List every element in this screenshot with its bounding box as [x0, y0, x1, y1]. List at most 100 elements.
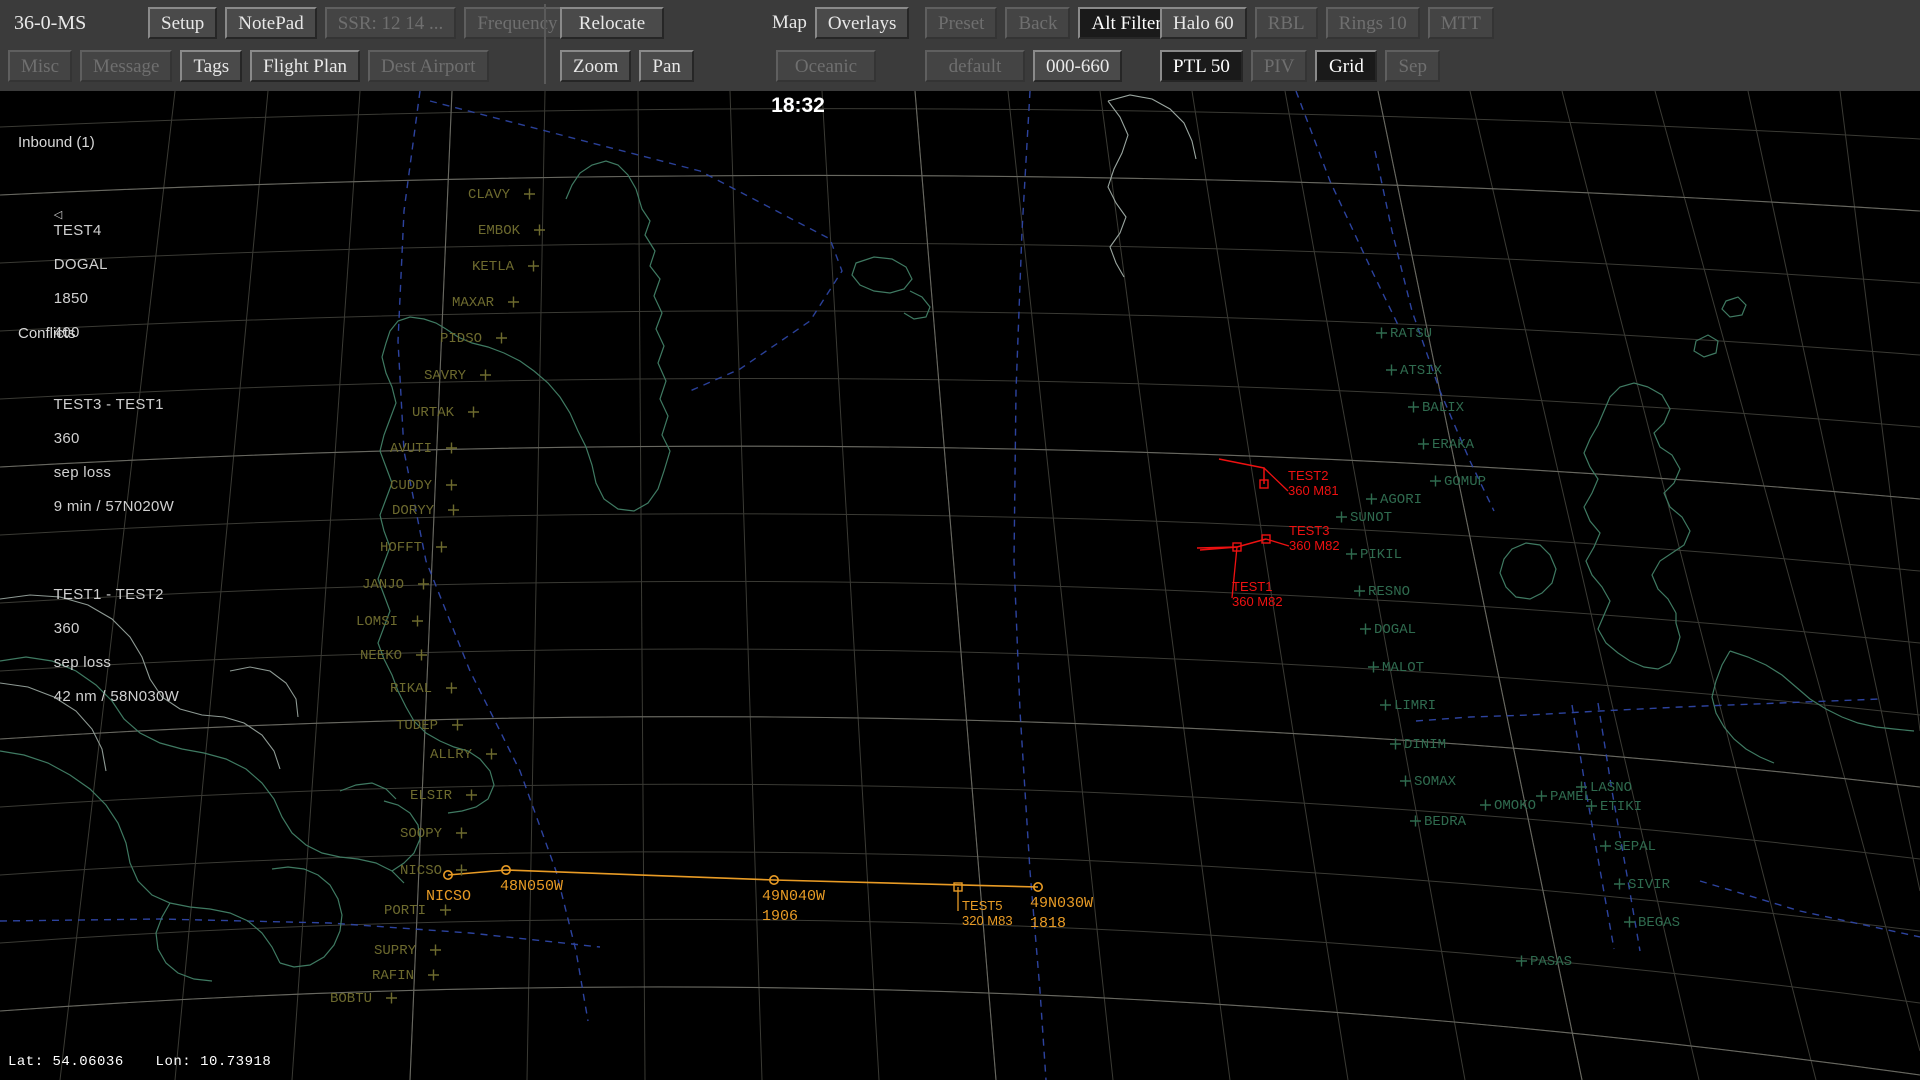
notepad-button[interactable]: NotePad	[225, 7, 317, 39]
waypoint-cross-icon	[452, 719, 463, 731]
aircraft-target[interactable]: TEST5320 M83	[953, 882, 1013, 928]
route-waypoint[interactable]: 49N030W 1818	[1030, 881, 1093, 932]
preset-button[interactable]: Preset	[925, 7, 998, 39]
waypoint-cross-icon	[440, 904, 451, 916]
oceanic-button[interactable]: Oceanic	[776, 50, 876, 82]
waypoint-label: SUNOT	[1350, 510, 1392, 526]
waypoint-label: MALOT	[1382, 660, 1424, 676]
waypoint-cross-icon	[1430, 475, 1441, 487]
waypoint-cross-icon	[1480, 799, 1491, 811]
halo-button[interactable]: Halo 60	[1160, 7, 1247, 39]
waypoint-marker: RESNO	[1354, 584, 1410, 600]
waypoint-marker: PORTI	[384, 903, 451, 919]
waypoint-cross-icon	[1386, 364, 1397, 376]
waypoint-marker: ATSIX	[1386, 363, 1443, 379]
conflict-pair: TEST3 - TEST1	[53, 396, 164, 413]
conflicts-panel: Conflicts TEST3 - TEST1 360 sep loss 9 m…	[18, 291, 179, 756]
pan-button[interactable]: Pan	[639, 50, 694, 82]
lon-value: 10.73918	[200, 1054, 272, 1070]
coastline-british-isles	[1499, 296, 1915, 764]
misc-button[interactable]: Misc	[8, 50, 72, 82]
waypoint-marker: RAFIN	[372, 968, 439, 984]
dest-airport-button[interactable]: Dest Airport	[368, 50, 489, 82]
waypoint-label: PASAS	[1530, 954, 1572, 970]
waypoint-marker: BALIX	[1408, 400, 1465, 416]
waypoint-label: RESNO	[1368, 584, 1410, 600]
zoom-button[interactable]: Zoom	[560, 50, 632, 82]
route-waypoint-label: 48N050W	[500, 878, 563, 895]
waypoint-layer-east: RATSU ATSIX BALIX ERAKA GOMUP AGORI SUNOT PIKIL…	[1336, 326, 1680, 970]
lat-value: 54.06036	[52, 1054, 124, 1070]
frequency-button[interactable]: Frequency	[464, 7, 571, 39]
waypoint-cross-icon	[466, 789, 477, 801]
aircraft-callsign-label: TEST3	[1289, 523, 1329, 538]
aircraft-callsign-label: TEST2	[1288, 468, 1328, 483]
rings-button[interactable]: Rings 10	[1325, 7, 1420, 39]
flight-plan-button[interactable]: Flight Plan	[250, 50, 361, 82]
waypoint-label: GOMUP	[1444, 474, 1486, 490]
utc-clock: 18:32	[0, 91, 1920, 117]
waypoint-label: SOOPY	[400, 826, 443, 842]
waypoint-marker: GOMUP	[1430, 474, 1486, 490]
waypoint-label: OMOKO	[1494, 798, 1536, 814]
alt-range-button[interactable]: 000-660	[1033, 50, 1123, 82]
tags-button[interactable]: Tags	[180, 50, 243, 82]
waypoint-cross-icon	[456, 827, 467, 839]
conflict-row[interactable]: TEST3 - TEST1 360 sep loss 9 min / 57N02…	[18, 379, 179, 532]
piv-button[interactable]: PIV	[1250, 50, 1308, 82]
waypoint-marker: EMBOK	[478, 223, 545, 239]
rbl-button[interactable]: RBL	[1254, 7, 1318, 39]
waypoint-marker: ETIKI	[1586, 799, 1642, 815]
ssr-button[interactable]: SSR: 12 14 ...	[324, 7, 457, 39]
aircraft-target[interactable]: TEST3360 M82	[1199, 523, 1340, 553]
waypoint-label: LOMSI	[356, 614, 398, 630]
waypoint-label: BALIX	[1422, 400, 1465, 416]
grid-button[interactable]: Grid	[1315, 50, 1378, 82]
setup-button[interactable]: Setup	[148, 7, 218, 39]
conflict-pair: TEST1 - TEST2	[53, 586, 164, 603]
waypoint-cross-icon	[412, 615, 423, 627]
aircraft-track-history	[1196, 546, 1238, 549]
waypoint-marker: NICSO	[400, 863, 467, 879]
radar-display[interactable]: NICSO 48N050W 49N040W 1906 49N030W 1818 TEST2…	[0, 91, 1920, 1080]
waypoint-marker: PIKIL	[1346, 547, 1402, 563]
aircraft-target[interactable]: TEST1360 M82	[1196, 542, 1283, 609]
conflict-detail: 42 nm / 58N030W	[53, 688, 180, 705]
default-preset-button[interactable]: default	[925, 50, 1025, 82]
route-waypoint-eta: 1818	[1030, 915, 1066, 932]
waypoint-cross-icon	[1536, 790, 1547, 802]
waypoint-cross-icon	[1600, 840, 1611, 852]
waypoint-label: NICSO	[400, 863, 442, 879]
waypoint-cross-icon	[1400, 775, 1411, 787]
inbound-callsign: TEST4	[53, 222, 102, 239]
waypoint-label: RAFIN	[372, 968, 414, 984]
coordinate-status-bar: Lat: 54.06036 Lon: 10.73918	[8, 1054, 271, 1070]
overlays-button[interactable]: Overlays	[814, 7, 910, 39]
waypoint-cross-icon	[524, 188, 535, 200]
waypoint-marker: URTAK	[412, 405, 479, 421]
waypoint-cross-icon	[1346, 548, 1357, 560]
ptl-button[interactable]: PTL 50	[1160, 50, 1243, 82]
waypoint-marker: ALLRY	[430, 747, 497, 763]
relocate-button[interactable]: Relocate	[560, 7, 664, 39]
waypoint-cross-icon	[436, 541, 447, 553]
waypoint-cross-icon	[1354, 585, 1365, 597]
message-button[interactable]: Message	[80, 50, 173, 82]
waypoint-cross-icon	[1410, 815, 1421, 827]
aircraft-level-label: 360 M81	[1288, 483, 1339, 498]
waypoint-label: BEDRA	[1424, 814, 1467, 830]
waypoint-cross-icon	[1376, 327, 1387, 339]
sep-button[interactable]: Sep	[1385, 50, 1440, 82]
conflict-type: sep loss	[53, 464, 112, 481]
back-button[interactable]: Back	[1005, 7, 1071, 39]
aircraft-level-label: 320 M83	[962, 913, 1013, 928]
waypoint-label: ELSIR	[410, 788, 453, 804]
waypoint-label: PAMEL	[1550, 789, 1592, 805]
route-waypoint[interactable]: 49N040W 1906	[762, 874, 825, 925]
waypoint-marker: PIDSO	[440, 331, 507, 347]
waypoint-label: BEGAS	[1638, 915, 1680, 931]
aircraft-target[interactable]: TEST2360 M81	[1218, 458, 1339, 498]
waypoint-cross-icon	[1408, 401, 1419, 413]
mtt-button[interactable]: MTT	[1427, 7, 1494, 39]
conflict-row[interactable]: TEST1 - TEST2 360 sep loss 42 nm / 58N03…	[18, 569, 179, 722]
